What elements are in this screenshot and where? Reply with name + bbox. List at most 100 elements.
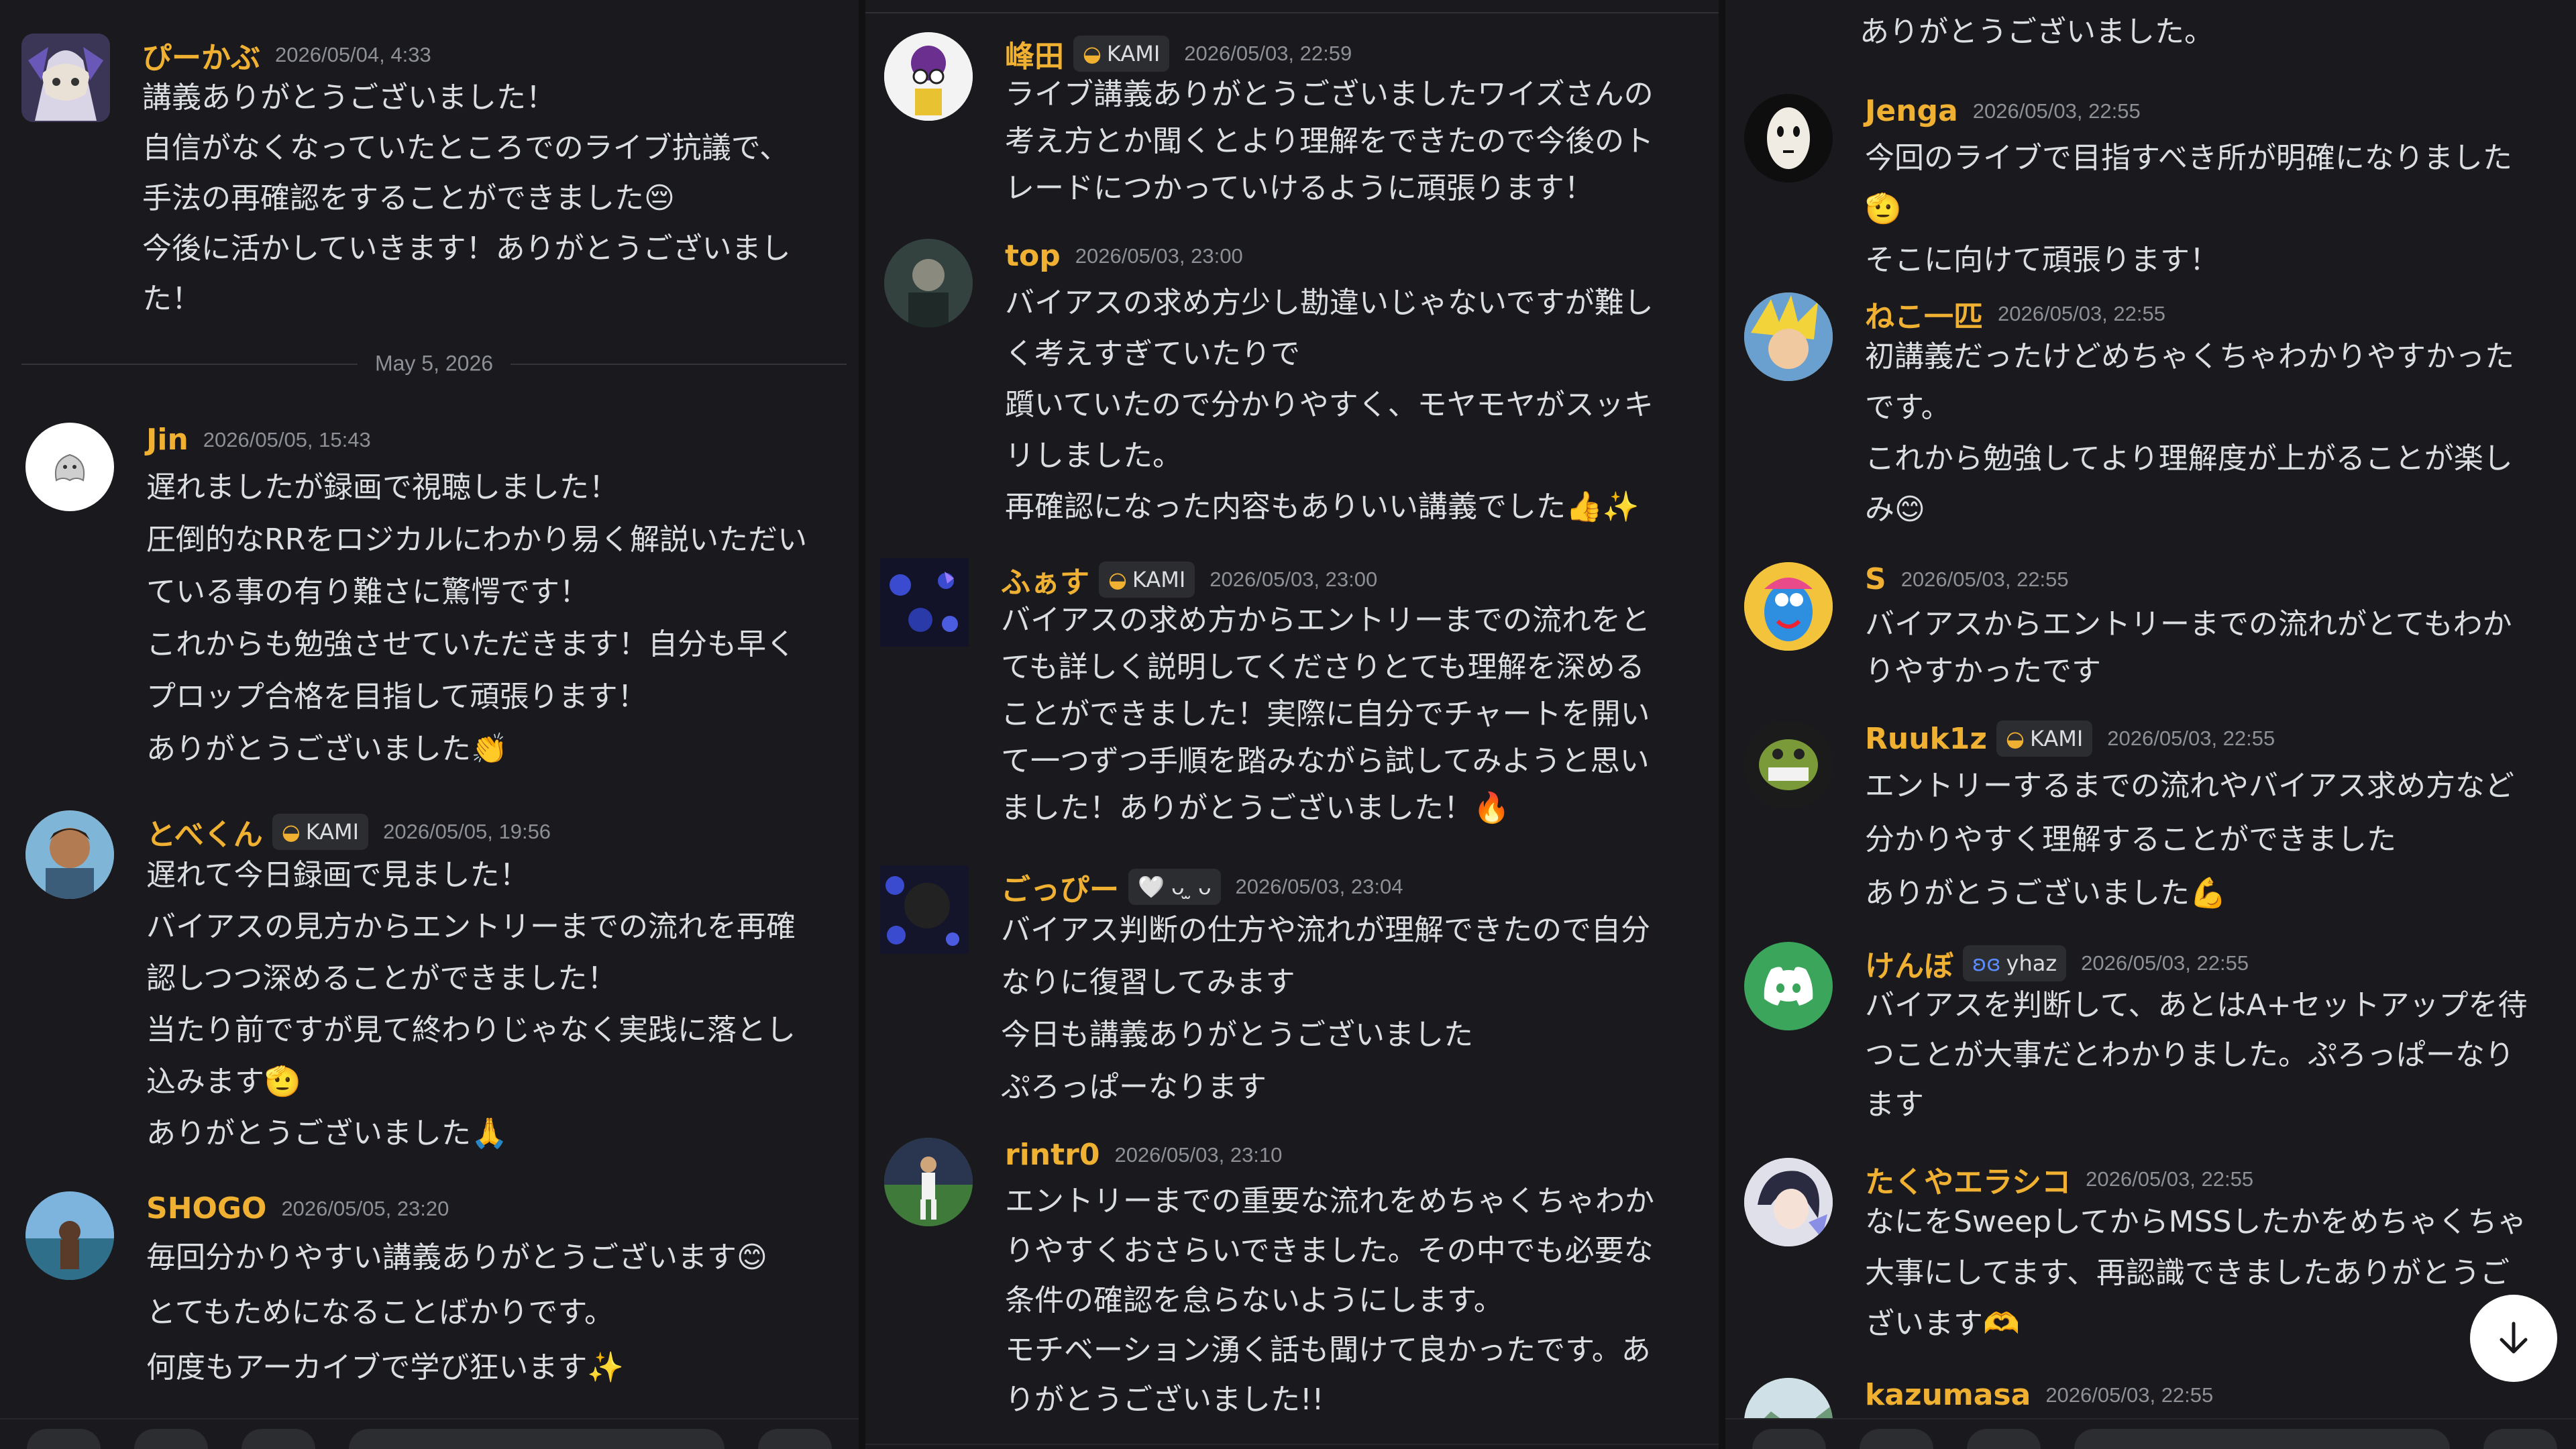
avatar[interactable] bbox=[1744, 942, 1833, 1030]
username[interactable]: たくやエラシコ bbox=[1865, 1158, 2071, 1201]
avatar[interactable] bbox=[25, 810, 114, 899]
message-line: これから勉強してより理解度が上がることが楽し bbox=[1865, 441, 2513, 476]
avatar[interactable] bbox=[21, 34, 110, 122]
username[interactable]: rintr0 bbox=[1005, 1138, 1099, 1172]
avatar[interactable] bbox=[884, 239, 973, 327]
toolbar-button[interactable] bbox=[1752, 1429, 1826, 1449]
username[interactable]: S bbox=[1865, 562, 1886, 596]
username[interactable]: Ruuk1z bbox=[1865, 722, 1987, 756]
message-line: なにをSweepしてからMSSしたかをめちゃくちゃ bbox=[1865, 1205, 2527, 1239]
kami-badge-icon: ◒ bbox=[1083, 41, 1102, 66]
message-content: なにをSweepしてからMSSしたかをめちゃくちゃ 大事にしてます、再認識できま… bbox=[1865, 1197, 2527, 1350]
avatar-ghost-icon bbox=[55, 453, 85, 482]
server-tag-label: KAMI bbox=[2029, 726, 2084, 751]
server-tag[interactable]: ◒ KAMI bbox=[1996, 720, 2093, 757]
message-line: 何度もアーカイブで学び狂います✨ bbox=[146, 1350, 625, 1385]
toolbar-button[interactable] bbox=[1967, 1429, 2041, 1449]
scroll-to-bottom-button[interactable] bbox=[2470, 1295, 2557, 1382]
avatar[interactable] bbox=[25, 1191, 114, 1280]
message-header: けんぼ ʚɞ yhaz 2026/05/03, 22:55 bbox=[1865, 942, 2249, 985]
message-header: kazumasa 2026/05/03, 22:55 bbox=[1865, 1378, 2213, 1412]
username[interactable]: とべくん bbox=[146, 810, 263, 853]
username[interactable]: top bbox=[1005, 239, 1061, 273]
avatar[interactable] bbox=[1744, 292, 1833, 381]
username[interactable]: ぴーかぶ bbox=[142, 34, 260, 76]
message-header: Jenga 2026/05/03, 22:55 bbox=[1865, 94, 2141, 128]
message-line: りやすくおさらいできました。その中でも必要な bbox=[1005, 1234, 1654, 1268]
avatar[interactable] bbox=[884, 1138, 973, 1226]
timestamp: 2026/05/04, 4:33 bbox=[275, 43, 431, 66]
toolbar-button[interactable] bbox=[1860, 1429, 1933, 1449]
message-line: 認しつつ深めることができました！ bbox=[146, 961, 617, 996]
username[interactable]: けんぼ bbox=[1865, 942, 1953, 985]
message-line: ライブ講義ありがとうございましたワイズさんの bbox=[1005, 77, 1654, 111]
kami-badge-icon: ◒ bbox=[281, 819, 301, 845]
toolbar-button[interactable] bbox=[134, 1429, 208, 1449]
message-input[interactable] bbox=[349, 1429, 724, 1449]
message-content: 初講義だったけどめちゃくちゃわかりやすかった です。 これから勉強してより理解度… bbox=[1865, 331, 2514, 535]
avatar-character-icon bbox=[884, 32, 973, 121]
server-tag[interactable]: ◒ KAMI bbox=[1073, 36, 1170, 72]
date-divider: May 5, 2026 bbox=[21, 351, 847, 376]
message-line: ぷろっぱーなります bbox=[1001, 1070, 1267, 1104]
username[interactable]: 峰田 bbox=[1005, 32, 1064, 75]
server-tag-label: KAMI bbox=[305, 819, 360, 845]
timestamp: 2026/05/03, 22:55 bbox=[2086, 1167, 2254, 1191]
username[interactable]: kazumasa bbox=[1865, 1378, 2031, 1412]
toolbar-button[interactable] bbox=[27, 1429, 101, 1449]
server-tag[interactable]: 🤍 ᴗ ̫ ᴗ bbox=[1128, 869, 1221, 905]
avatar[interactable] bbox=[880, 865, 969, 954]
message-header: SHOGO 2026/05/05, 23:20 bbox=[146, 1191, 449, 1226]
message-line: とてもためになることばかりです。 bbox=[146, 1295, 614, 1330]
message-content: 遅れましたが録画で視聴しました！ 圧倒的なRRをロジカルにわかり易く解説いただい… bbox=[146, 462, 807, 775]
message-content: 今回のライブで目指すべき所が明確になりました 🫡 そこに向けて頑張ります！ bbox=[1865, 133, 2512, 286]
message-line: バイアスからエントリーまでの流れがとてもわか bbox=[1865, 607, 2512, 641]
message-line: ました！ありがとうございました！🔥 bbox=[1001, 791, 1510, 825]
toolbar-button[interactable] bbox=[758, 1429, 832, 1449]
username[interactable]: ふぁす bbox=[1001, 558, 1089, 601]
avatar[interactable] bbox=[1744, 1158, 1833, 1246]
username[interactable]: ねこ一匹 bbox=[1865, 292, 1983, 335]
server-tag[interactable]: ʚɞ yhaz bbox=[1963, 945, 2067, 981]
username[interactable]: Jenga bbox=[1865, 94, 1958, 128]
toolbar-button[interactable] bbox=[2483, 1429, 2557, 1449]
message-line: 再確認になった内容もありいい講義でした👍✨ bbox=[1005, 490, 1640, 524]
timestamp: 2026/05/03, 23:00 bbox=[1075, 244, 1243, 268]
message-line: 躓いていたので分かりやすく、モヤモヤがスッキ bbox=[1005, 388, 1654, 422]
message-line: 遅れましたが録画で視聴しました！ bbox=[146, 470, 619, 504]
timestamp: 2026/05/05, 19:56 bbox=[383, 820, 551, 843]
message-content: バイアスからエントリーまでの流れがとてもわか りやすかったです bbox=[1865, 601, 2512, 695]
message-content: バイアスの求め方少し勘違いじゃないですが難し く考えすぎていたりで 躓いていたの… bbox=[1005, 278, 1654, 533]
butterfly-icon: ʚɞ bbox=[1972, 951, 2001, 976]
username[interactable]: Jin bbox=[146, 423, 189, 457]
bottom-toolbar bbox=[0, 1418, 859, 1449]
username[interactable]: ごっぴー bbox=[1001, 865, 1119, 908]
message-input[interactable] bbox=[2074, 1429, 2450, 1449]
timestamp: 2026/05/03, 22:55 bbox=[2107, 727, 2275, 750]
avatar[interactable] bbox=[1744, 720, 1833, 809]
username[interactable]: SHOGO bbox=[146, 1191, 266, 1226]
kami-badge-icon: ◒ bbox=[2006, 726, 2025, 751]
message-line: ありがとうございました🙏 bbox=[146, 1116, 508, 1150]
server-tag[interactable]: ◒ KAMI bbox=[272, 814, 369, 850]
avatar[interactable] bbox=[1744, 562, 1833, 651]
avatar[interactable] bbox=[25, 423, 114, 511]
server-tag[interactable]: ◒ KAMI bbox=[1099, 561, 1195, 598]
message-line: りやすかったです bbox=[1865, 654, 2101, 688]
avatar[interactable] bbox=[880, 558, 969, 647]
avatar-roses-icon bbox=[880, 558, 969, 647]
message-line: 今日も講義ありがとうございました bbox=[1001, 1018, 1473, 1052]
toolbar-button[interactable] bbox=[241, 1429, 315, 1449]
message-line: 初講義だったけどめちゃくちゃわかりやすかった bbox=[1865, 339, 2514, 374]
message-line: 遅れて今日録画で見ました！ bbox=[146, 858, 529, 892]
avatar[interactable] bbox=[884, 32, 973, 121]
chat-panel-middle: 峰田 ◒ KAMI 2026/05/03, 22:59 ライブ講義ありがとうござい… bbox=[865, 0, 1719, 1449]
message-line: プロップ合格を目指して頑張ります！ bbox=[146, 680, 647, 714]
avatar[interactable] bbox=[1744, 94, 1833, 182]
message-header: ねこ一匹 2026/05/03, 22:55 bbox=[1865, 292, 2165, 335]
timestamp: 2026/05/03, 22:55 bbox=[1998, 302, 2165, 325]
message-line: ありがとうございました👏 bbox=[146, 732, 508, 766]
message-line: りがとうございました!! bbox=[1005, 1383, 1324, 1417]
avatar-mask-icon bbox=[1744, 94, 1833, 182]
message-content: 毎回分かりやすい講義ありがとうございます😊 とてもためになることばかりです。 何… bbox=[146, 1230, 767, 1395]
